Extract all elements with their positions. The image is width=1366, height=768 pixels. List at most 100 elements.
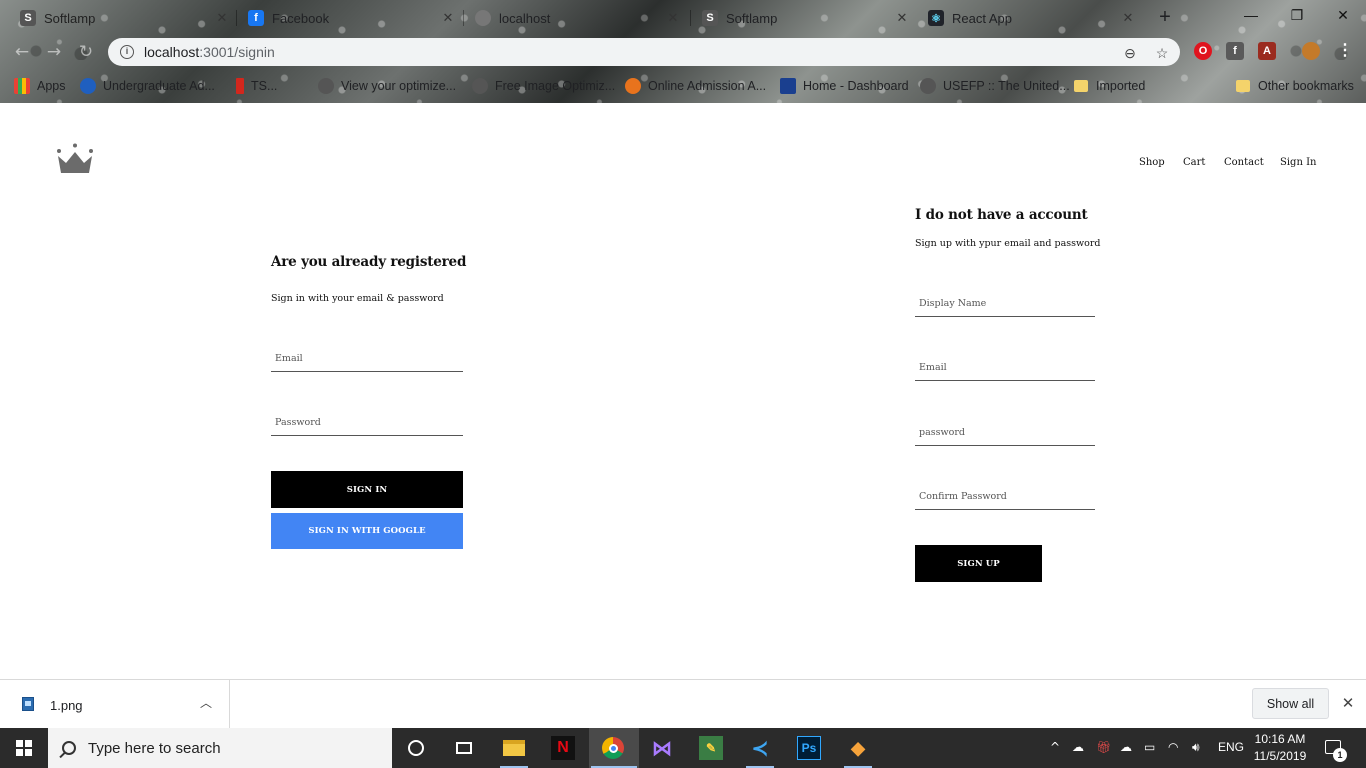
app-icon[interactable]: ✎ [699,736,723,760]
system-clock[interactable]: 10:16 AM 11/5/2019 [1252,731,1308,765]
bookmark-label: Imported [1096,79,1146,93]
close-icon[interactable]: ✕ [1339,694,1357,712]
bookmark-ts[interactable]: TS... [236,76,277,96]
chrome-icon[interactable] [601,736,625,760]
signup-subtitle: Sign up with ypur email and password [915,238,1101,249]
photoshop-icon[interactable]: Ps [797,736,821,760]
menu-dots-icon[interactable]: ⋮ [1336,42,1354,60]
bookmark-undergraduate[interactable]: Undergraduate Ad... [80,76,215,96]
confirm-password-field [915,484,1095,510]
cortana-icon[interactable] [404,736,428,760]
bookmark-label: Free Image Optimiz... [495,79,616,93]
nav-signin-link[interactable]: Sign In [1280,157,1316,168]
react-favicon-icon: ⚛ [928,10,944,26]
facebook-favicon-icon: f [248,10,264,26]
zoom-icon[interactable]: ⊖ [1122,45,1138,61]
reload-icon[interactable]: ↻ [76,42,96,62]
bookmark-usefp[interactable]: USEFP :: The United... [920,76,1070,96]
globe-icon [80,78,96,94]
battery-icon[interactable]: ▭ [1144,740,1155,754]
task-view-icon[interactable] [452,736,476,760]
tab-close-icon[interactable]: ✕ [214,10,230,26]
bookmark-other[interactable]: Other bookmarks [1236,76,1354,96]
tab-label: Softlamp [726,10,778,26]
taskbar-search-box[interactable]: Type here to search [48,728,392,768]
tab-label: Facebook [272,10,330,26]
language-indicator[interactable]: ENG [1218,740,1244,754]
confirm-password-input[interactable] [915,484,1095,509]
tab-close-icon[interactable]: ✕ [1120,10,1136,26]
signup-email-input[interactable] [915,355,1095,380]
new-tab-button[interactable]: + [1154,7,1176,29]
signup-password-input[interactable] [915,420,1095,445]
bookmark-apps[interactable]: Apps [14,76,66,96]
sign-in-button[interactable]: Sign in [271,471,463,508]
tab-localhost[interactable]: localhost ✕ [465,4,689,32]
file-explorer-icon[interactable] [502,736,526,760]
opera-extension-icon[interactable]: O [1194,42,1212,60]
search-icon [62,741,76,755]
url-host: localhost [144,44,200,60]
netflix-icon[interactable]: N [551,736,575,760]
tab-label: React App [952,10,1012,26]
bookmark-view-optimize[interactable]: View your optimize... [318,76,456,96]
gift-icon[interactable]: 🎁︎ [1096,740,1111,754]
facebook-extension-icon[interactable]: f [1226,42,1244,60]
git-tool-icon[interactable]: ◆ [846,736,870,760]
vscode-icon[interactable]: ≺ [748,736,772,760]
bookmark-free-image[interactable]: Free Image Optimiz... [472,76,615,96]
tab-close-icon[interactable]: ✕ [894,10,910,26]
browser-toolbar: ← → ↻ i localhost:3001/signin ⊖ ☆ O f A … [0,34,1366,70]
cloud-sync-icon[interactable]: ☁ [1120,740,1132,754]
signin-password-input[interactable] [271,410,463,435]
bookmark-imported[interactable]: Imported [1074,76,1145,96]
tab-facebook[interactable]: f Facebook ✕ [238,4,464,32]
chevron-up-icon[interactable]: ︿ [200,694,212,711]
volume-icon[interactable]: 🔊︎ [1192,740,1200,755]
visual-studio-icon[interactable]: ⋈ [650,736,674,760]
minimize-button[interactable]: — [1228,0,1274,30]
sign-up-button[interactable]: Sign Up [915,545,1042,582]
restore-button[interactable]: ❐ [1274,0,1320,30]
address-bar[interactable]: i localhost:3001/signin ⊖ ☆ [108,38,1180,66]
bookmark-label: Online Admission A... [648,79,767,93]
forward-arrow-icon[interactable]: → [44,42,64,62]
bookmark-online-admission[interactable]: Online Admission A... [625,76,766,96]
bookmark-home-dashboard[interactable]: Home - Dashboard [780,76,909,96]
display-name-field [915,291,1095,317]
signin-email-input[interactable] [271,346,463,371]
display-name-input[interactable] [915,291,1095,316]
softlamp-favicon-icon: S [20,10,36,26]
signin-email-field [271,346,463,372]
close-window-button[interactable]: ✕ [1320,0,1366,30]
site-info-icon[interactable]: i [120,45,134,59]
tab-softlamp-1[interactable]: S Softlamp ✕ [10,4,238,32]
back-arrow-icon[interactable]: ← [12,42,32,62]
nav-contact-link[interactable]: Contact [1224,157,1264,168]
tab-close-icon[interactable]: ✕ [665,10,681,26]
nav-cart-link[interactable]: Cart [1183,157,1205,168]
bookmark-label: Apps [37,79,66,93]
sign-in-with-google-button[interactable]: Sign in with Google [271,513,463,549]
crown-logo-icon[interactable] [56,143,94,175]
pdf-extension-icon[interactable]: A [1258,42,1276,60]
tab-react-app[interactable]: ⚛ React App ✕ [918,4,1144,32]
download-item[interactable]: 1.png ︿ [0,680,230,728]
bookmark-star-icon[interactable]: ☆ [1154,45,1170,61]
tab-label: Softlamp [44,10,96,26]
show-all-button[interactable]: Show all [1252,688,1329,719]
bookmark-label: Home - Dashboard [803,79,909,93]
show-hidden-icons-icon[interactable]: ^ [1050,740,1060,754]
signin-subtitle: Sign in with your email & password [271,293,444,304]
globe-favicon-icon [475,10,491,26]
tab-strip: S Softlamp ✕ f Facebook ✕ localhost ✕ S … [0,0,1366,34]
nav-shop-link[interactable]: Shop [1139,157,1165,168]
wifi-icon[interactable]: ◠ [1168,740,1178,754]
start-button[interactable] [0,728,48,768]
onedrive-cloud-icon[interactable]: ☁ [1072,740,1084,754]
profile-avatar[interactable] [1302,42,1320,60]
tab-softlamp-2[interactable]: S Softlamp ✕ [692,4,918,32]
download-file-name: 1.png [50,698,83,713]
tab-close-icon[interactable]: ✕ [440,10,456,26]
clock-time: 10:16 AM [1254,732,1306,746]
